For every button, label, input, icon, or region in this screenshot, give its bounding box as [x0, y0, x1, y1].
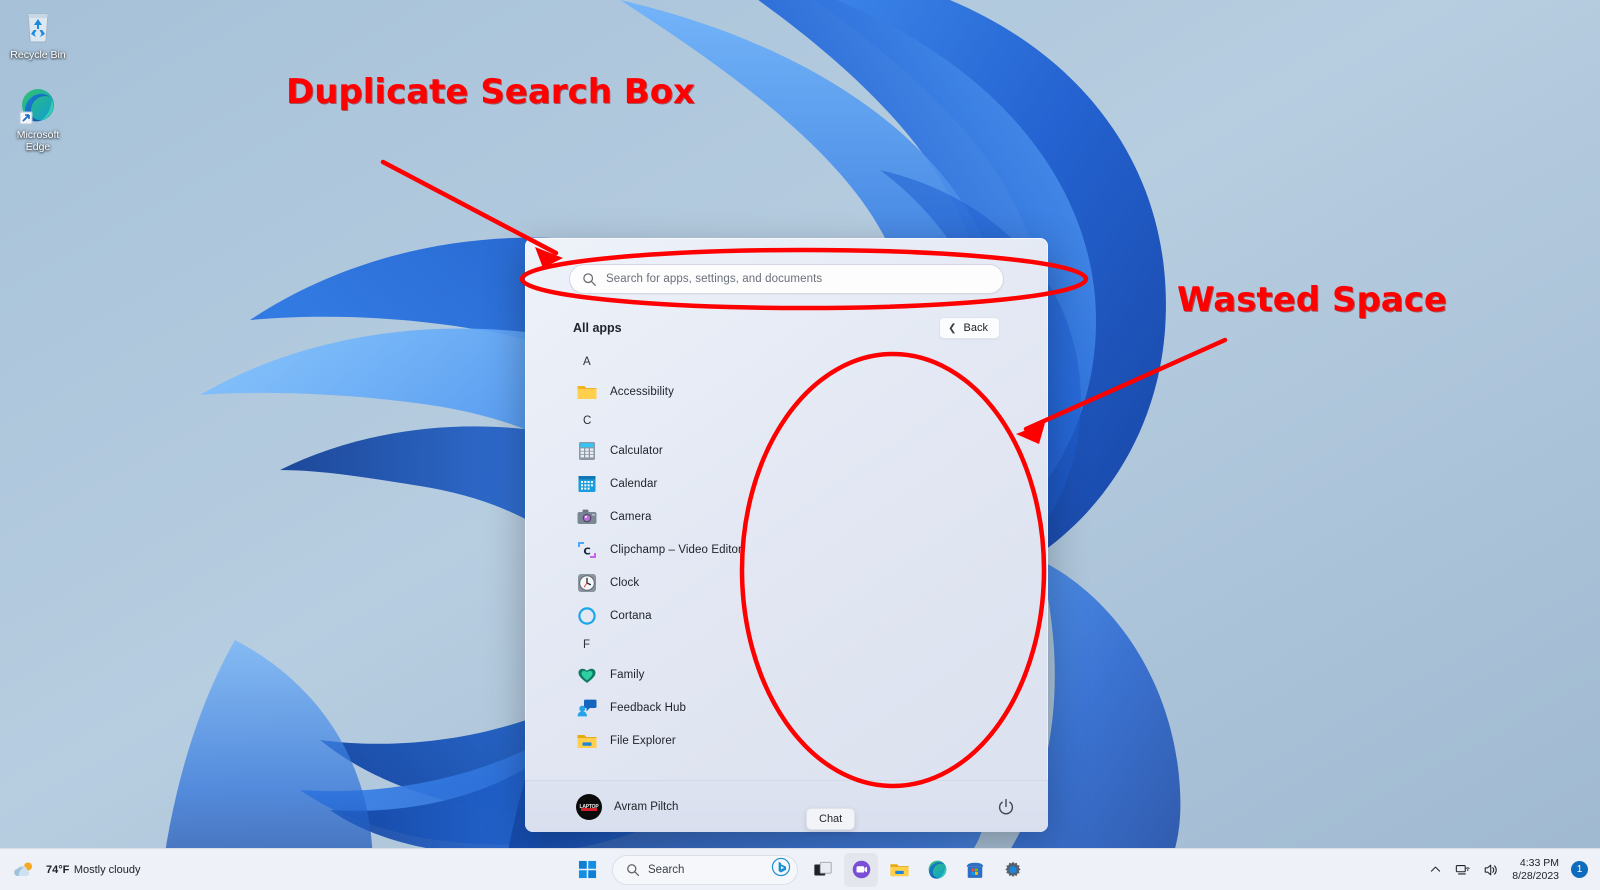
windows-logo-icon: [578, 860, 596, 879]
app-list-item[interactable]: C Clipchamp – Video Editor: [525, 533, 1048, 566]
taskbar: 74°F Mostly cloudy Search 4:33 PM 8/28/2…: [0, 848, 1600, 890]
settings-icon: [1005, 861, 1021, 877]
cortana-icon: [576, 605, 598, 627]
family-icon: [576, 664, 598, 686]
store-icon: [966, 862, 984, 878]
edge-icon: [18, 86, 58, 126]
app-list-item[interactable]: Feedback Hub: [525, 691, 1048, 724]
app-name: Feedback Hub: [610, 701, 686, 714]
partly-cloudy-icon: [12, 859, 38, 881]
back-button-label: Back: [963, 322, 988, 334]
annotation-label-duplicate-search: Duplicate Search Box: [286, 72, 695, 112]
desktop-icon-label: Microsoft Edge: [16, 129, 60, 153]
edge-icon: [928, 860, 946, 879]
feedback-hub-icon: [576, 697, 598, 719]
app-name: Clock: [610, 576, 640, 589]
clock-icon: [576, 572, 598, 594]
svg-text:C: C: [583, 546, 590, 557]
app-list-item[interactable]: Cortana: [525, 599, 1048, 632]
clock-time: 4:33 PM: [1519, 856, 1559, 869]
app-list-item[interactable]: Calendar: [525, 467, 1048, 500]
chat-icon: [852, 860, 870, 879]
app-list-item[interactable]: Family: [525, 658, 1048, 691]
app-list-item[interactable]: Clock: [525, 566, 1048, 599]
desktop-screen: Recycle Bin Microsoft Edge Search for ap…: [0, 0, 1600, 890]
camera-icon: [576, 506, 598, 528]
user-account-button[interactable]: LAPTOP Avram Piltch: [576, 793, 679, 820]
start-menu: Search for apps, settings, and documents…: [525, 238, 1048, 832]
clipchamp-icon: C: [576, 539, 598, 561]
file-explorer-icon: [576, 730, 598, 752]
avatar: LAPTOP: [576, 793, 602, 820]
app-name: Calculator: [610, 444, 663, 457]
taskbar-weather-widget[interactable]: 74°F Mostly cloudy: [0, 859, 230, 881]
clock-date: 8/28/2023: [1512, 869, 1559, 882]
weather-temperature: 74°F: [46, 864, 70, 876]
chevron-up-icon[interactable]: [1426, 861, 1444, 879]
search-icon: [626, 863, 640, 877]
app-name: Accessibility: [610, 385, 674, 398]
app-list-item[interactable]: Accessibility: [525, 375, 1048, 408]
settings-button[interactable]: [996, 853, 1030, 887]
avatar-bar: [581, 807, 597, 811]
app-name: Camera: [610, 510, 652, 523]
start-menu-header: All apps ❮ Back: [525, 294, 1048, 347]
app-list-item[interactable]: File Explorer: [525, 724, 1048, 757]
start-menu-search-row: Search for apps, settings, and documents: [525, 238, 1048, 294]
calendar-icon: [576, 473, 598, 495]
start-menu-search-input[interactable]: Search for apps, settings, and documents: [569, 264, 1004, 294]
start-button[interactable]: [570, 853, 604, 887]
start-menu-search-placeholder: Search for apps, settings, and documents: [606, 273, 823, 285]
app-name: Family: [610, 668, 645, 681]
weather-text: 74°F Mostly cloudy: [46, 862, 140, 877]
taskbar-search-box[interactable]: Search: [612, 854, 798, 885]
search-icon: [582, 272, 597, 287]
file-explorer-icon: [889, 864, 909, 877]
all-apps-list[interactable]: A Accessibility C Calculator Calendar Ca…: [525, 347, 1048, 780]
recycle-bin-icon: [18, 6, 58, 46]
section-letter: C: [583, 415, 592, 427]
app-name: Cortana: [610, 609, 652, 622]
network-icon[interactable]: [1454, 861, 1472, 879]
app-list-item[interactable]: Calculator: [525, 434, 1048, 467]
weather-condition: Mostly cloudy: [73, 864, 141, 876]
desktop-icon-recycle-bin[interactable]: Recycle Bin: [4, 6, 72, 61]
microsoft-edge-button[interactable]: [920, 853, 954, 887]
bing-chat-icon[interactable]: [771, 857, 791, 882]
folder-icon: [576, 381, 598, 403]
app-name: Calendar: [610, 477, 658, 490]
chat-tooltip: Chat: [806, 808, 856, 830]
taskbar-center-group: Search: [570, 852, 1030, 887]
desktop-icon-label: Recycle Bin: [10, 49, 66, 61]
chat-button[interactable]: [844, 852, 878, 887]
notification-badge[interactable]: 1: [1571, 861, 1588, 878]
section-letter: A: [583, 356, 591, 368]
user-name: Avram Piltch: [614, 800, 679, 813]
annotation-label-wasted-space: Wasted Space: [1177, 280, 1447, 320]
taskbar-search-label: Search: [648, 863, 685, 876]
all-apps-title: All apps: [573, 321, 622, 335]
calculator-icon: [576, 440, 598, 462]
system-tray: 4:33 PM 8/28/2023 1: [1426, 857, 1594, 883]
app-list-item[interactable]: Camera: [525, 500, 1048, 533]
taskbar-clock[interactable]: 4:33 PM 8/28/2023: [1510, 857, 1561, 883]
start-menu-footer: LAPTOP Avram Piltch: [525, 780, 1048, 832]
microsoft-store-button[interactable]: [958, 853, 992, 887]
chevron-left-icon: ❮: [948, 322, 957, 334]
back-button[interactable]: ❮ Back: [939, 317, 1000, 339]
desktop-icon-microsoft-edge[interactable]: Microsoft Edge: [4, 86, 72, 153]
app-name: Clipchamp – Video Editor: [610, 543, 742, 556]
file-explorer-button[interactable]: [882, 853, 916, 887]
volume-icon[interactable]: [1482, 861, 1500, 879]
task-view-button[interactable]: [806, 853, 840, 887]
app-name: File Explorer: [610, 734, 676, 747]
power-button[interactable]: [996, 797, 1016, 817]
section-letter: F: [583, 639, 591, 651]
task-view-icon: [814, 861, 832, 875]
